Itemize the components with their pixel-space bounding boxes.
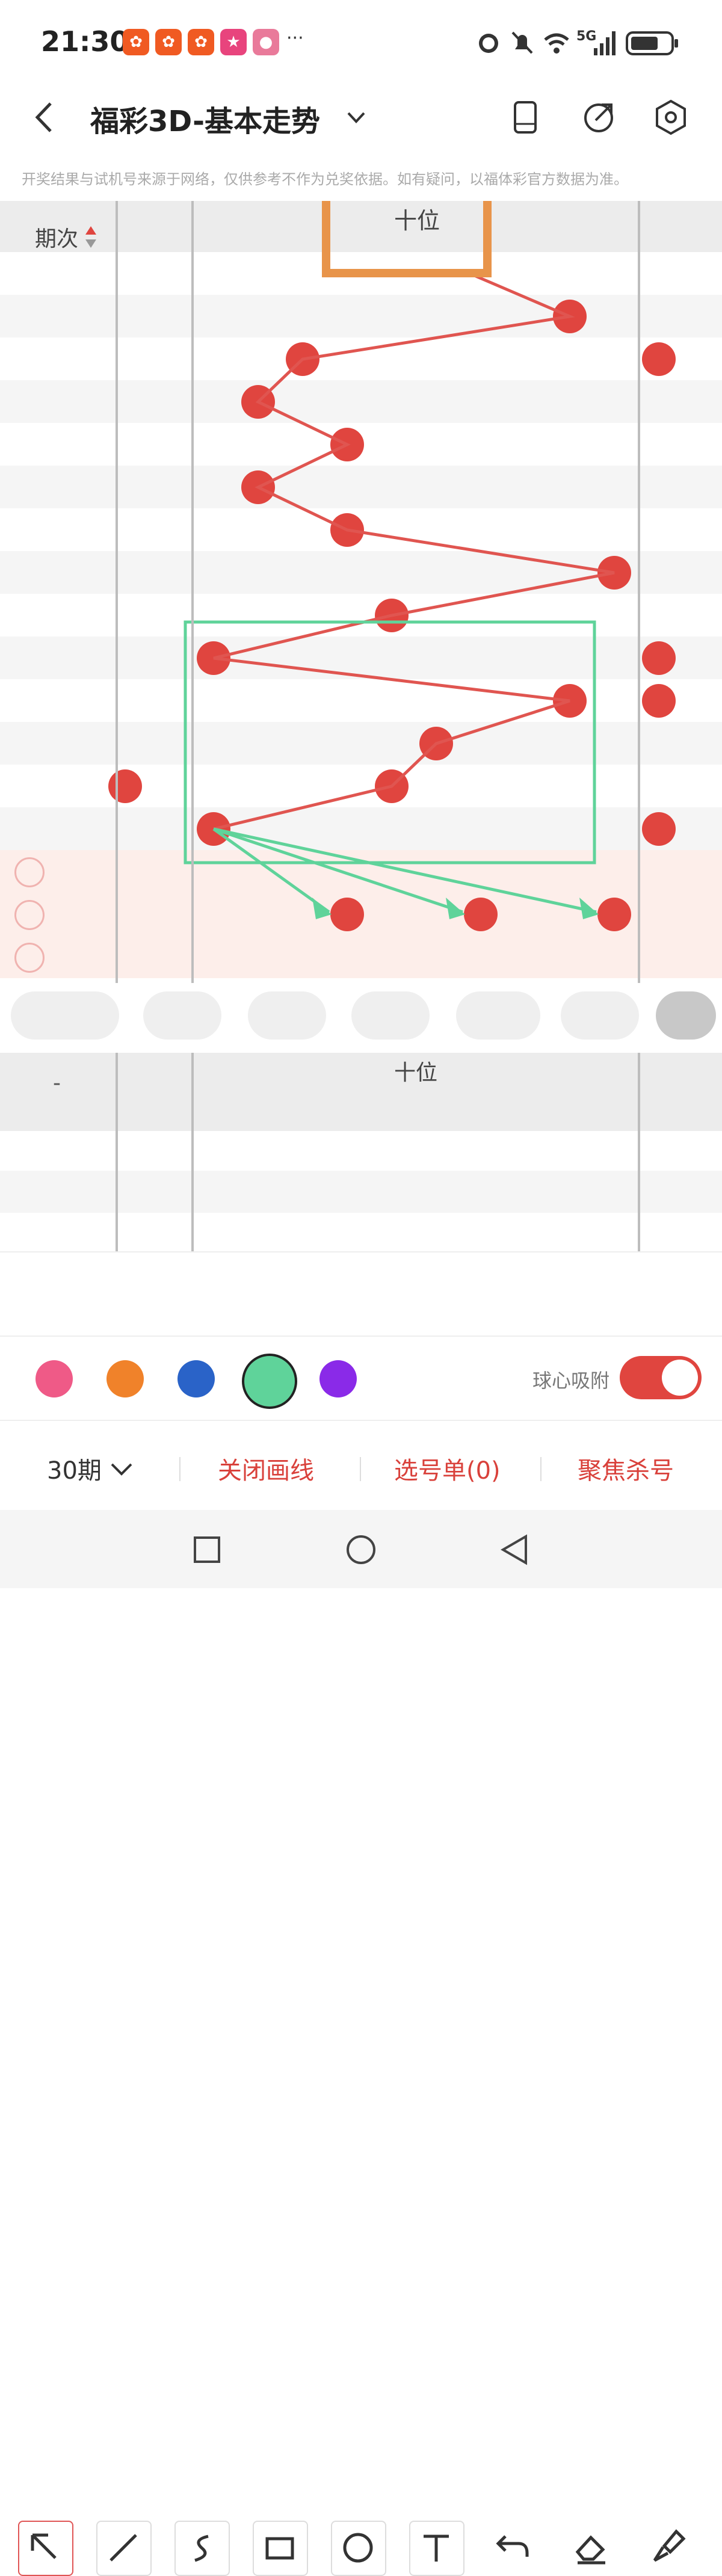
highlight-box[interactable] [322,201,492,277]
more-indicator: ··· [286,28,304,49]
column-divider [638,201,640,983]
game-icon: ● [253,29,279,55]
back-icon[interactable] [24,96,66,138]
column-divider [116,201,118,983]
drawn-arrow[interactable] [213,827,463,914]
arrow-head [312,898,332,919]
status-bar: 21:30 ✿ ✿ ✿ ★ ● ··· 5G [0,0,722,84]
app-icon: ✿ [123,29,149,55]
rect-tool-icon[interactable] [253,2521,308,2576]
period-select[interactable]: 30期 [47,1451,102,1486]
column-divider [191,1053,194,1251]
back-nav-icon[interactable] [499,1534,529,1565]
signal-icon [594,31,616,55]
arrow-head [446,898,465,919]
recents-icon[interactable] [193,1535,221,1564]
color-swatch[interactable] [106,1360,144,1397]
app-icon: ✿ [188,29,214,55]
trend-line [213,271,615,831]
stats-dash: - [53,1071,61,1095]
close-lines-button[interactable]: 关闭画线 [218,1451,314,1486]
drawn-rectangle[interactable] [184,620,596,864]
page-title[interactable]: 福彩3D-基本走势 [90,97,320,140]
home-icon[interactable] [345,1534,377,1565]
mute-icon [511,31,533,54]
color-palette: 球心吸附 [0,1336,722,1421]
battery-icon [626,31,678,55]
stats-row [0,1171,722,1213]
system-nav [0,1510,722,1588]
snap-toggle[interactable] [620,1356,702,1399]
eraser-icon[interactable] [566,2521,619,2574]
action-button[interactable] [11,991,119,1040]
focus-kill-button[interactable]: 聚焦杀号 [578,1451,674,1486]
action-button[interactable] [143,991,221,1040]
share-icon[interactable] [578,96,620,138]
stats-header [0,1053,722,1131]
drawing-canvas[interactable] [0,201,722,983]
color-swatch[interactable] [177,1360,215,1397]
chevron-down-icon[interactable] [346,107,366,128]
status-time: 21:30 [41,25,129,58]
arrow-head [579,898,599,919]
game-icon: ★ [220,29,247,55]
device-switch-icon[interactable] [505,96,548,138]
app-icon: ✿ [155,29,182,55]
stats-row [0,1213,722,1255]
disclaimer-text: 开奖结果与试机号来源于网络，仅供参考不作为兑奖依据。如有疑问，以福体彩官方数据为… [22,171,628,188]
column-divider [638,1053,640,1251]
stats-table: - 十位 [0,1053,722,1255]
alarm-icon [479,34,498,53]
action-button[interactable] [456,991,540,1040]
action-button[interactable] [351,991,430,1040]
circle-tool-icon[interactable] [331,2521,386,2576]
action-button[interactable] [561,991,639,1040]
column-divider [116,1053,118,1251]
color-swatch[interactable] [242,1354,297,1409]
chevron-down-icon[interactable] [110,1461,134,1479]
arrow-tool-icon[interactable] [18,2521,73,2576]
drawing-toolbar [0,1251,722,2576]
stats-group-header: 十位 [394,1061,438,1085]
action-button[interactable] [656,991,716,1040]
action-button[interactable] [248,991,326,1040]
line-tool-icon[interactable] [96,2521,152,2576]
pick-list-button[interactable]: 选号单(0) [394,1451,501,1486]
trend-table: 期次 十位 [0,201,722,983]
column-divider [191,201,194,983]
color-swatch[interactable] [319,1360,357,1397]
color-swatch[interactable] [35,1360,73,1397]
stats-row [0,1129,722,1171]
undo-icon[interactable] [487,2521,540,2574]
bottom-bar: 30期 关闭画线 选号单(0) 聚焦杀号 [0,1420,722,1511]
curve-tool-icon[interactable] [174,2521,230,2576]
wifi-icon [544,33,569,54]
snap-label: 球心吸附 [532,1369,610,1392]
brush-icon[interactable] [644,2521,697,2574]
settings-icon[interactable] [650,96,692,138]
app-header: 福彩3D-基本走势 [0,84,722,150]
text-tool-icon[interactable] [409,2521,464,2576]
